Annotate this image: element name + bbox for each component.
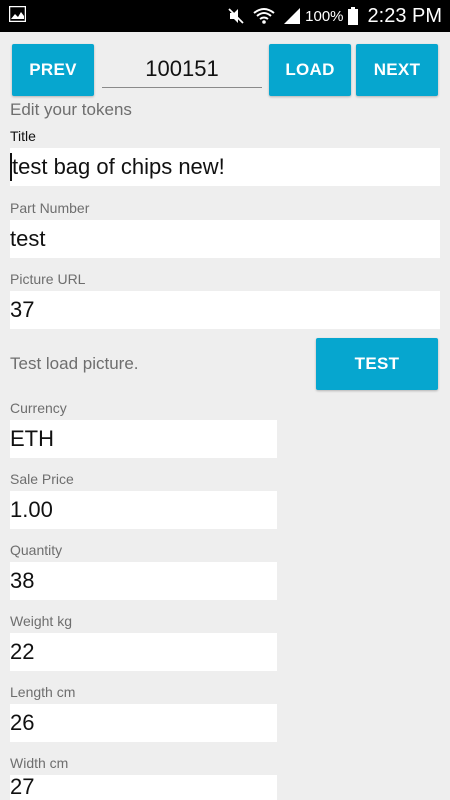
length-field[interactable]: 26 [10,704,277,742]
signal-icon [284,8,301,24]
wifi-icon [253,8,275,24]
load-button[interactable]: LOAD [269,44,351,96]
battery-percent: 100% [305,7,344,25]
status-icons: 100% 2:23 PM [219,0,442,32]
prev-button[interactable]: PREV [12,44,94,96]
sale-price-label: Sale Price [10,471,74,487]
title-label: Title [10,128,36,144]
battery-icon [347,7,358,25]
mute-icon [228,8,244,24]
picture-url-field[interactable]: 37 [10,291,440,329]
quantity-field[interactable]: 38 [10,562,277,600]
part-number-label: Part Number [10,200,90,216]
next-button[interactable]: NEXT [356,44,438,96]
picture-url-label: Picture URL [10,271,86,287]
title-field[interactable]: test bag of chips new! [10,148,440,186]
gallery-notification-icon [9,6,26,22]
currency-label: Currency [10,400,67,416]
record-id-input[interactable]: 100151 [102,51,262,88]
width-label: Width cm [10,755,69,771]
quantity-label: Quantity [10,542,63,558]
title-value: test bag of chips new! [12,154,225,179]
width-field[interactable]: 27 [10,775,277,800]
weight-label: Weight kg [10,613,72,629]
currency-field[interactable]: ETH [10,420,277,458]
test-picture-description: Test load picture. [10,354,139,373]
weight-field[interactable]: 22 [10,633,277,671]
length-label: Length cm [10,684,76,700]
part-number-field[interactable]: test [10,220,440,258]
clock: 2:23 PM [367,4,442,27]
page-heading: Edit your tokens [10,100,132,119]
status-bar: 100% 2:23 PM [0,0,450,32]
sale-price-field[interactable]: 1.00 [10,491,277,529]
test-button[interactable]: TEST [316,338,438,390]
